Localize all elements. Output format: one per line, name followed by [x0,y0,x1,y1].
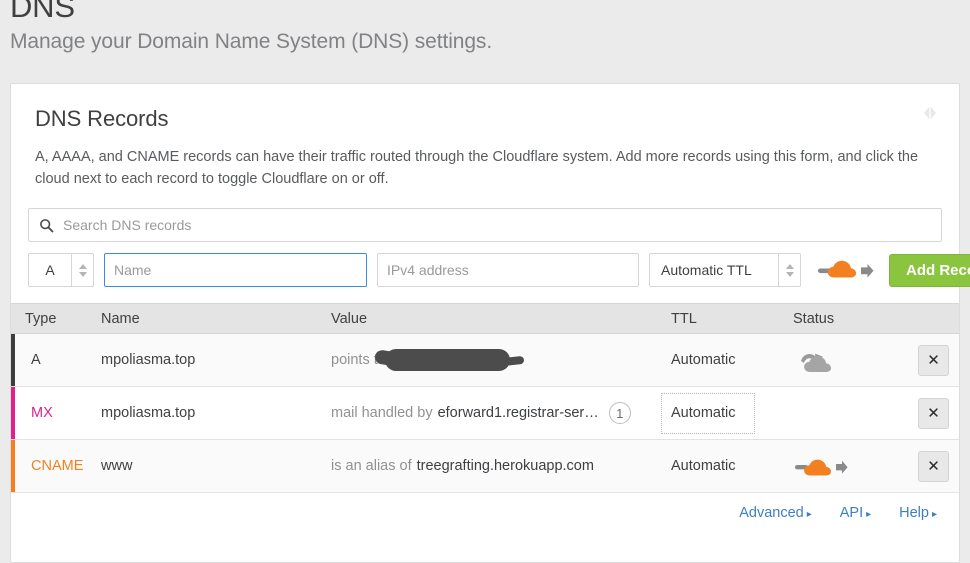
table-row: CNAME www is an alias of treegrafting.he… [11,440,959,493]
record-actions: ✕ [918,344,959,376]
record-type: CNAME [31,458,84,474]
record-name-input[interactable] [104,253,367,287]
record-ttl-select[interactable]: Automatic TTL [649,253,801,287]
table-header-row: Type Name Value TTL Status [11,303,959,334]
record-ttl-spinner-icon[interactable] [778,254,800,286]
record-value[interactable]: mail handled by eforward1.registrar-ser…… [331,402,671,424]
record-value[interactable]: is an alias of treegrafting.herokuapp.co… [331,458,671,474]
advanced-link-label: Advanced [739,505,804,521]
record-priority-badge: 1 [608,402,631,424]
table-row: A mpoliasma.top points to Automatic ✕ [11,334,959,387]
page-header: DNS Manage your Domain Name System (DNS)… [0,0,970,54]
column-header-type: Type [25,310,57,327]
record-ttl[interactable]: Automatic [671,352,793,368]
card-footer: Advanced ▸ API ▸ Help ▸ [11,493,959,521]
chevron-right-icon: ▸ [866,509,872,520]
delete-record-button[interactable]: ✕ [918,450,949,482]
record-value[interactable]: points to [331,349,671,371]
search-box[interactable] [28,208,942,242]
record-actions: ✕ [918,397,959,429]
orange-cloud-proxied-icon[interactable] [793,450,851,482]
row-accent-bar [11,334,15,386]
delete-record-button[interactable]: ✕ [918,397,949,429]
column-header-status: Status [793,310,835,327]
advanced-link[interactable]: Advanced ▸ [739,505,812,521]
search-section [11,190,959,242]
record-ttl[interactable]: Automatic [671,458,793,474]
help-link-label: Help [899,505,929,521]
record-status [793,450,918,482]
card-title: DNS Records [35,106,169,131]
record-type-spinner-icon[interactable] [71,254,93,286]
record-name[interactable]: www [101,458,331,474]
help-link[interactable]: Help ▸ [899,505,937,521]
record-ttl[interactable]: Automatic [661,392,793,434]
dns-records-card: DNS Records A, AAAA, and CNAME records c… [10,83,970,563]
record-actions: ✕ [918,450,959,482]
record-value-label: is an alias of [331,458,412,474]
api-link[interactable]: API ▸ [840,505,871,521]
page-subtitle: Manage your Domain Name System (DNS) set… [10,30,493,53]
row-accent-bar [11,387,15,439]
record-type-select[interactable]: A [28,253,94,287]
record-value-label: mail handled by [331,405,433,421]
page-title: DNS [10,0,75,24]
record-type: MX [31,405,53,421]
chevron-right-icon: ▸ [806,509,812,520]
grey-cloud-dns-only-icon[interactable] [793,344,851,376]
row-accent-bar [11,440,15,492]
search-icon [39,218,54,233]
record-value-data: treegrafting.herokuapp.com [416,458,594,474]
card-header: DNS Records [11,84,959,132]
record-ttl-value[interactable]: Automatic [661,392,756,434]
record-address-input[interactable] [377,253,639,287]
add-record-form: A Automatic TTL Add Record [11,242,970,287]
card-description: A, AAAA, and CNAME records can have thei… [35,149,919,187]
redacted-ip-address [384,349,510,371]
column-header-ttl: TTL [671,310,697,327]
api-link-label: API [839,505,864,521]
record-name[interactable]: mpoliasma.top [101,405,331,421]
record-value-data: eforward1.registrar-ser… [437,405,599,421]
record-ttl-value: Automatic TTL [661,262,752,278]
collapse-expand-icon[interactable] [919,102,941,124]
column-header-value: Value [331,310,368,327]
column-header-name: Name [101,310,140,327]
record-type: A [31,352,41,368]
table-row: MX mpoliasma.top mail handled by eforwar… [11,387,959,440]
record-name[interactable]: mpoliasma.top [101,352,331,368]
search-input[interactable] [63,209,931,241]
dns-records-table: Type Name Value TTL Status A mpoliasma.t… [11,303,959,493]
add-record-button[interactable]: Add Record [889,253,970,287]
delete-record-button[interactable]: ✕ [918,344,949,376]
chevron-right-icon: ▸ [931,509,937,520]
orange-cloud-proxied-icon[interactable] [817,255,875,285]
record-status [793,344,918,376]
record-type-value: A [45,262,55,278]
